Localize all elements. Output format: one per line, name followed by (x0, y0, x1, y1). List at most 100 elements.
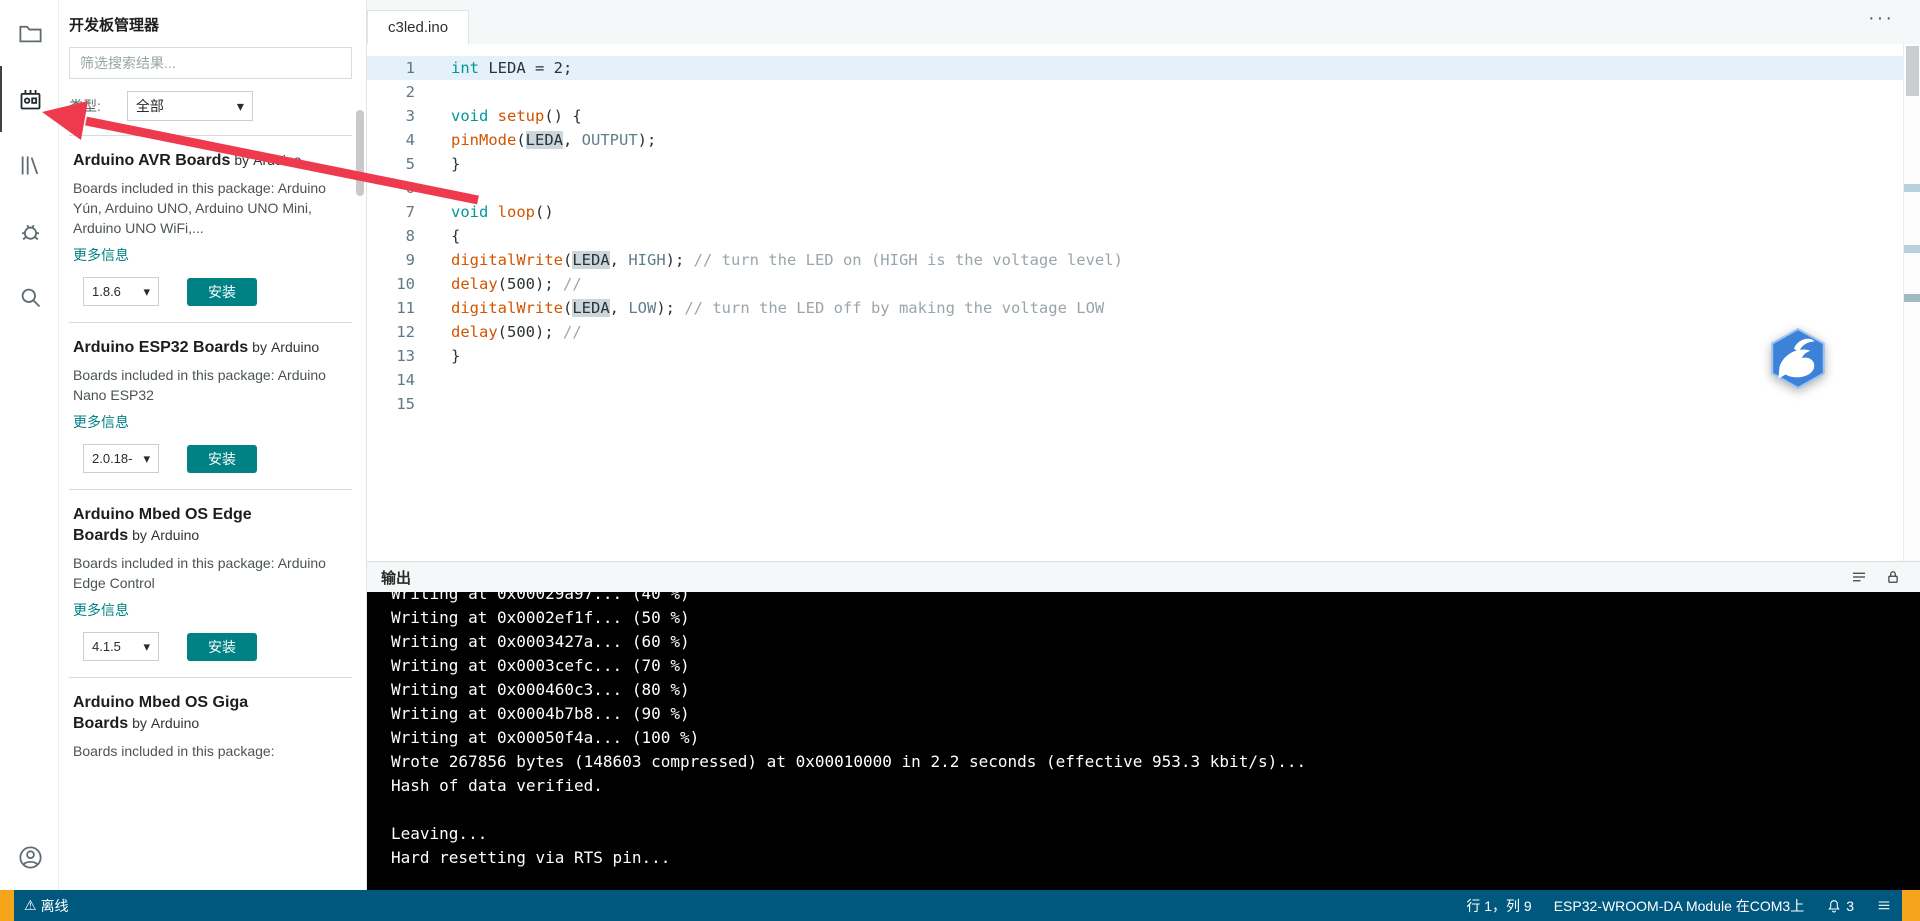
notification-count: 3 (1846, 898, 1854, 914)
code-line[interactable]: 4pinMode(LEDA, OUTPUT); (367, 128, 1920, 152)
install-button[interactable]: 安装 (187, 278, 257, 306)
code-line[interactable]: 1int LEDA = 2; (367, 56, 1920, 80)
debug-button[interactable] (0, 198, 58, 264)
board-card-esp32: Arduino ESP32 BoardsbyArduino Boards inc… (69, 323, 352, 489)
terminal-line: Writing at 0x0002ef1f... (50 %) (391, 606, 1920, 630)
boards-manager-button[interactable] (0, 66, 58, 132)
card-by: by (132, 715, 147, 731)
code-editor[interactable]: 1int LEDA = 2;23void setup() {4pinMode(L… (367, 44, 1920, 561)
version-select[interactable]: 2.0.18- ▾ (83, 444, 159, 473)
line-number: 9 (367, 248, 439, 272)
more-info-link[interactable]: 更多信息 (73, 412, 129, 432)
menu-lines-icon[interactable] (1850, 568, 1868, 586)
assistant-bird-badge[interactable] (1765, 326, 1831, 392)
boards-search-input[interactable] (69, 47, 352, 79)
chevron-down-icon: ▾ (143, 639, 150, 655)
library-manager-button[interactable] (0, 132, 58, 198)
install-button[interactable]: 安装 (187, 445, 257, 473)
panel-scrollbar-thumb[interactable] (356, 110, 364, 196)
scrollbar-thumb[interactable] (1906, 46, 1919, 96)
card-description: Boards included in this package: (73, 741, 350, 761)
code-text (439, 80, 451, 104)
overview-ruler-mark (1904, 294, 1920, 302)
card-by: by (234, 152, 249, 168)
type-filter-row: 类型: 全部 ▾ (69, 91, 352, 121)
type-select[interactable]: 全部 ▾ (127, 91, 253, 121)
books-icon (17, 152, 44, 179)
more-options-icon[interactable]: ··· (1868, 8, 1894, 28)
terminal-text: Writing at 0x00029a97... (40 %)Writing a… (391, 592, 1920, 870)
circuit-board-icon (17, 86, 44, 113)
version-select[interactable]: 4.1.5 ▾ (83, 632, 159, 661)
notifications[interactable]: 3 (1826, 898, 1854, 914)
code-line[interactable]: 14 (367, 368, 1920, 392)
search-button[interactable] (0, 264, 58, 330)
code-text (439, 176, 451, 200)
overview-ruler-mark (1904, 245, 1920, 253)
account-button[interactable] (0, 824, 58, 890)
code-text: void setup() { (439, 104, 582, 128)
code-line[interactable]: 9digitalWrite(LEDA, HIGH); // turn the L… (367, 248, 1920, 272)
code-text: } (439, 344, 460, 368)
code-line[interactable]: 2 (367, 80, 1920, 104)
line-number: 15 (367, 392, 439, 416)
card-description: Boards included in this package: Arduino… (73, 553, 350, 593)
code-text: delay(500); // (439, 320, 582, 344)
install-button[interactable]: 安装 (187, 633, 257, 661)
line-number: 7 (367, 200, 439, 224)
tab-c3led-ino[interactable]: c3led.ino (367, 10, 469, 44)
bell-icon (1826, 898, 1842, 914)
code-line[interactable]: 5} (367, 152, 1920, 176)
output-console[interactable]: Writing at 0x00029a97... (40 %)Writing a… (367, 592, 1920, 890)
board-port-selector[interactable]: ESP32-WROOM-DA Module 在COM3上 (1554, 896, 1805, 916)
offline-indicator: ⚠ 离线 (24, 896, 69, 916)
code-text: int LEDA = 2; (439, 56, 572, 80)
tab-label: c3led.ino (388, 19, 448, 36)
editor-scrollbar[interactable] (1903, 44, 1920, 561)
code-line[interactable]: 12delay(500); // (367, 320, 1920, 344)
code-line[interactable]: 15 (367, 392, 1920, 416)
code-line[interactable]: 6 (367, 176, 1920, 200)
boards-manager-panel: 开发板管理器 类型: 全部 ▾ Arduino AVR BoardsbyArdu… (59, 0, 367, 890)
terminal-line: Writing at 0x0003cefc... (70 %) (391, 654, 1920, 678)
terminal-line: Writing at 0x0004b7b8... (90 %) (391, 702, 1920, 726)
card-description: Boards included in this package: Arduino… (73, 178, 350, 238)
line-number: 5 (367, 152, 439, 176)
console-toggle[interactable] (1876, 898, 1892, 914)
status-bar-right: 行 1，列 9 ESP32-WROOM-DA Module 在COM3上 3 (1466, 896, 1892, 916)
bug-icon (17, 218, 44, 245)
sketchbook-button[interactable] (0, 0, 58, 66)
chevron-down-icon: ▾ (143, 451, 150, 467)
card-controls: 1.8.6 ▾ 安装 (73, 277, 350, 306)
card-title: Arduino ESP32 Boards (73, 339, 248, 356)
line-number: 10 (367, 272, 439, 296)
card-author: Arduino (253, 152, 301, 168)
code-line[interactable]: 13} (367, 344, 1920, 368)
account-icon (17, 844, 44, 871)
code-text: { (439, 224, 460, 248)
board-card-mbed-giga: Arduino Mbed OS Giga BoardsbyArduino Boa… (69, 678, 352, 782)
lock-scroll-icon[interactable] (1884, 568, 1902, 586)
card-author: Arduino (151, 715, 199, 731)
version-select[interactable]: 1.8.6 ▾ (83, 277, 159, 306)
code-line[interactable]: 7void loop() (367, 200, 1920, 224)
version-value: 1.8.6 (92, 284, 121, 299)
line-number: 4 (367, 128, 439, 152)
card-title: Arduino AVR Boards (73, 152, 230, 169)
card-controls: 2.0.18- ▾ 安装 (73, 444, 350, 473)
version-value: 2.0.18- (92, 451, 132, 466)
more-info-link[interactable]: 更多信息 (73, 600, 129, 620)
code-text: void loop() (439, 200, 554, 224)
more-info-link[interactable]: 更多信息 (73, 245, 129, 265)
code-line[interactable]: 3void setup() { (367, 104, 1920, 128)
code-line[interactable]: 8{ (367, 224, 1920, 248)
code-line[interactable]: 11digitalWrite(LEDA, LOW); // turn the L… (367, 296, 1920, 320)
status-bar: ⚠ 离线 行 1，列 9 ESP32-WROOM-DA Module 在COM3… (0, 890, 1920, 921)
code-text: delay(500); // (439, 272, 582, 296)
cursor-position[interactable]: 行 1，列 9 (1466, 896, 1531, 916)
activity-bar-spacer (0, 330, 58, 824)
corner-accent-right (1902, 890, 1920, 921)
line-number: 8 (367, 224, 439, 248)
terminal-line: Writing at 0x000460c3... (80 %) (391, 678, 1920, 702)
code-line[interactable]: 10delay(500); // (367, 272, 1920, 296)
